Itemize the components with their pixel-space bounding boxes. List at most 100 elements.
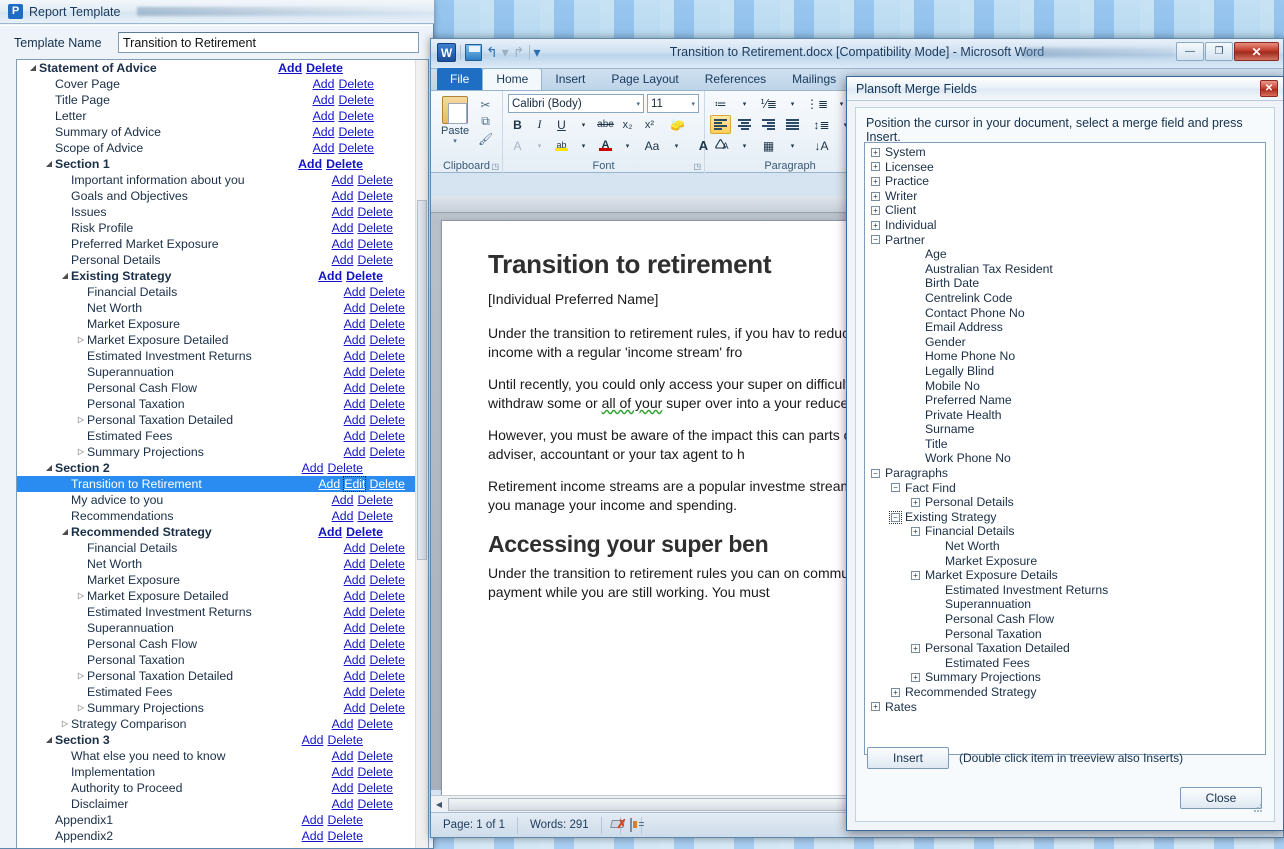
merge-field-item[interactable]: Australian Tax Resident <box>865 262 1265 277</box>
report-template-scrollbar[interactable] <box>415 60 428 848</box>
add-link[interactable]: Add <box>302 813 324 827</box>
delete-link[interactable]: Delete <box>357 749 393 763</box>
collapse-box-icon[interactable]: − <box>889 510 902 524</box>
delete-link[interactable]: Delete <box>357 765 393 779</box>
tree-item[interactable]: Goals and Objectives Add Delete <box>17 188 415 204</box>
expand-box-icon[interactable]: + <box>911 643 920 653</box>
add-link[interactable]: Add <box>344 301 366 315</box>
merge-field-item[interactable]: Preferred Name <box>865 393 1265 408</box>
paintbrush-icon[interactable]: 🖌 <box>474 130 497 147</box>
merge-field-item[interactable]: Birth Date <box>865 276 1265 291</box>
tab-home[interactable]: Home <box>482 68 543 90</box>
delete-link[interactable]: Delete <box>369 637 405 651</box>
chevron-down-icon[interactable]: ▾ <box>636 100 640 108</box>
tree-item[interactable]: Net Worth Add Delete <box>17 300 415 316</box>
merge-field-item[interactable]: Work Phone No <box>865 451 1265 466</box>
merge-field-item[interactable]: + Licensee <box>865 160 1265 175</box>
insert-button[interactable]: Insert <box>867 747 949 769</box>
collapse-triangle-icon[interactable]: ◢ <box>59 268 71 284</box>
merge-fields-treeview[interactable]: + System + Licensee + Practice + Writer + Client +… <box>864 142 1266 755</box>
add-link[interactable]: Add <box>344 445 366 459</box>
delete-link[interactable]: Delete <box>327 813 363 827</box>
delete-link[interactable]: Delete <box>327 733 363 747</box>
add-link[interactable]: Add <box>344 573 366 587</box>
clipboard-dialog-launcher[interactable]: ◳ <box>491 162 499 171</box>
delete-link[interactable]: Delete <box>357 237 393 251</box>
add-link[interactable]: Add <box>344 653 366 667</box>
delete-link[interactable]: Delete <box>369 477 405 491</box>
tree-item[interactable]: ◢ Statement of Advice Add Delete <box>17 60 415 76</box>
tree-item[interactable]: What else you need to know Add Delete <box>17 748 415 764</box>
delete-link[interactable]: Delete <box>369 621 405 635</box>
merge-field-item[interactable]: + Writer <box>865 189 1265 204</box>
tree-item[interactable]: ▷ Market Exposure Detailed Add Delete <box>17 332 415 348</box>
chevron-down-icon[interactable]: ▾ <box>436 137 474 145</box>
tree-item[interactable]: Financial Details Add Delete <box>17 284 415 300</box>
superscript-button[interactable]: x² <box>640 115 659 134</box>
add-link[interactable]: Add <box>344 317 366 331</box>
close-button[interactable]: ✕ <box>1234 42 1279 61</box>
delete-link[interactable]: Delete <box>357 173 393 187</box>
expand-box-icon[interactable]: + <box>871 220 880 230</box>
add-link[interactable]: Add <box>318 477 340 491</box>
merge-field-item[interactable]: Email Address <box>865 320 1265 335</box>
tree-item[interactable]: Estimated Investment Returns Add Delete <box>17 604 415 620</box>
underline-dropdown-icon[interactable]: ▾ <box>574 115 593 134</box>
expand-box-icon[interactable]: + <box>871 176 880 186</box>
delete-link[interactable]: Delete <box>327 461 363 475</box>
proofing-errors-icon[interactable]: ✗ <box>602 816 627 834</box>
add-link[interactable]: Add <box>332 717 354 731</box>
chevron-down-icon[interactable]: ▾ <box>530 136 549 155</box>
scroll-left-icon[interactable]: ◀ <box>431 800 447 809</box>
merge-field-item[interactable]: − Partner <box>865 233 1265 248</box>
tree-item-selected[interactable]: Transition to Retirement Add Edit Delete <box>17 476 415 492</box>
delete-link[interactable]: Delete <box>369 365 405 379</box>
merge-field-item[interactable]: Home Phone No <box>865 349 1265 364</box>
chevron-down-icon[interactable]: ▾ <box>618 136 637 155</box>
tree-item[interactable]: ▷ Strategy Comparison Add Delete <box>17 716 415 732</box>
add-link[interactable]: Add <box>344 685 366 699</box>
merge-field-item[interactable]: Contact Phone No <box>865 306 1265 321</box>
change-case-button[interactable]: Aa <box>640 136 664 155</box>
tree-item[interactable]: Letter Add Delete <box>17 108 415 124</box>
chevron-down-icon[interactable]: ▾ <box>734 136 755 155</box>
merge-field-item[interactable]: Personal Cash Flow <box>865 612 1265 627</box>
delete-link[interactable]: Delete <box>338 125 374 139</box>
clear-formatting-icon[interactable]: 🧽 <box>668 115 687 134</box>
delete-link[interactable]: Delete <box>369 349 405 363</box>
tree-item[interactable]: Cover Page Add Delete <box>17 76 415 92</box>
merge-field-item[interactable]: Superannuation <box>865 597 1265 612</box>
copy-icon[interactable]: ⧉ <box>474 113 497 130</box>
merge-field-item[interactable]: + Market Exposure Details <box>865 568 1265 583</box>
delete-link[interactable]: Delete <box>357 221 393 235</box>
tree-item[interactable]: Estimated Fees Add Delete <box>17 684 415 700</box>
expand-box-icon[interactable]: + <box>891 687 900 697</box>
merge-field-item[interactable]: + Financial Details <box>865 524 1265 539</box>
tree-item[interactable]: Personal Details Add Delete <box>17 252 415 268</box>
delete-link[interactable]: Delete <box>369 285 405 299</box>
expand-triangle-icon[interactable]: ▷ <box>75 412 87 428</box>
tree-item[interactable]: ▷ Personal Taxation Detailed Add Delete <box>17 668 415 684</box>
delete-link[interactable]: Delete <box>346 525 383 539</box>
tree-item[interactable]: Net Worth Add Delete <box>17 556 415 572</box>
maximize-button[interactable]: ❐ <box>1205 42 1233 61</box>
delete-link[interactable]: Delete <box>306 61 343 75</box>
merge-field-item[interactable]: Gender <box>865 335 1265 350</box>
expand-box-icon[interactable]: + <box>871 191 880 201</box>
template-name-input[interactable] <box>118 32 419 53</box>
collapse-box-icon[interactable]: − <box>871 235 880 245</box>
delete-link[interactable]: Delete <box>357 253 393 267</box>
add-link[interactable]: Add <box>344 429 366 443</box>
merge-field-item[interactable]: + Client <box>865 203 1265 218</box>
resize-grip-icon[interactable] <box>1253 803 1264 814</box>
align-center-icon[interactable] <box>734 115 755 134</box>
add-link[interactable]: Add <box>332 749 354 763</box>
delete-link[interactable]: Delete <box>338 93 374 107</box>
tree-item[interactable]: Personal Cash Flow Add Delete <box>17 380 415 396</box>
add-link[interactable]: Add <box>332 797 354 811</box>
tree-item[interactable]: Risk Profile Add Delete <box>17 220 415 236</box>
add-link[interactable]: Add <box>332 205 354 219</box>
add-link[interactable]: Add <box>332 253 354 267</box>
delete-link[interactable]: Delete <box>338 77 374 91</box>
strikethrough-button[interactable]: abe <box>596 115 615 134</box>
